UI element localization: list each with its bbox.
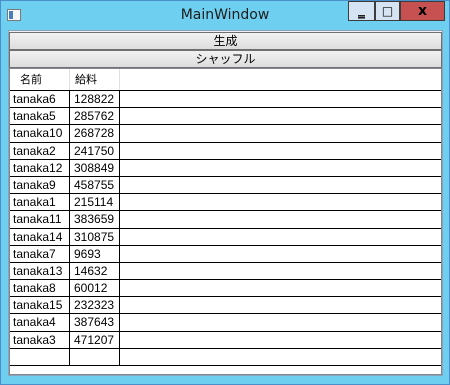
cell-salary[interactable]: 285762 — [70, 108, 120, 126]
close-icon: x — [417, 3, 428, 19]
cell-name[interactable]: tanaka1 — [10, 194, 70, 212]
cell-name[interactable]: tanaka10 — [10, 125, 70, 143]
table-row[interactable]: tanaka10 268728 — [10, 125, 441, 143]
cell-name[interactable]: tanaka12 — [10, 159, 70, 177]
title-bar[interactable]: MainWindow ‗ □ x — [1, 1, 449, 29]
column-header-name[interactable]: 名前 — [10, 69, 70, 90]
table-row[interactable]: tanaka7 9693 — [10, 245, 441, 263]
grid-header: 名前 給料 — [10, 69, 441, 91]
cell-name[interactable]: tanaka7 — [10, 245, 70, 263]
cell-name[interactable]: tanaka11 — [10, 211, 70, 229]
cell-salary[interactable]: 128822 — [70, 91, 120, 108]
table-row[interactable]: tanaka4 387643 — [10, 314, 441, 332]
table-row[interactable]: tanaka3 471207 — [10, 331, 441, 349]
maximize-icon: □ — [381, 4, 394, 18]
cell-name[interactable]: tanaka8 — [10, 280, 70, 298]
cell-salary[interactable]: 308849 — [70, 159, 120, 177]
cell-name[interactable]: tanaka6 — [10, 91, 70, 108]
cell-salary[interactable]: 310875 — [70, 228, 120, 246]
shuffle-button[interactable]: シャッフル — [9, 50, 442, 68]
table-row[interactable]: tanaka2 241750 — [10, 142, 441, 160]
column-header-salary[interactable]: 給料 — [70, 69, 120, 90]
table-row[interactable]: tanaka6 128822 — [10, 91, 441, 109]
cell-salary[interactable]: 268728 — [70, 125, 120, 143]
cell-salary[interactable]: 458755 — [70, 176, 120, 194]
maximize-button[interactable]: □ — [375, 1, 400, 21]
table-row[interactable]: tanaka13 14632 — [10, 262, 441, 281]
cell-salary[interactable]: 387643 — [70, 314, 120, 332]
table-row[interactable]: tanaka12 308849 — [10, 159, 441, 177]
cell-salary[interactable]: 9693 — [70, 245, 120, 263]
cell-salary[interactable] — [70, 348, 120, 366]
minimize-icon: ‗ — [358, 3, 365, 19]
close-button[interactable]: x — [400, 1, 445, 21]
table-row[interactable]: tanaka5 285762 — [10, 108, 441, 126]
table-row[interactable] — [10, 348, 441, 366]
cell-name[interactable] — [10, 348, 70, 366]
cell-salary[interactable]: 14632 — [70, 262, 120, 280]
minimize-button[interactable]: ‗ — [348, 1, 375, 21]
cell-name[interactable]: tanaka5 — [10, 108, 70, 126]
cell-salary[interactable]: 232323 — [70, 297, 120, 315]
table-row[interactable]: tanaka15 232323 — [10, 297, 441, 315]
cell-salary[interactable]: 383659 — [70, 211, 120, 229]
table-row[interactable]: tanaka14 310875 — [10, 228, 441, 246]
generate-button[interactable]: 生成 — [9, 32, 442, 50]
table-row[interactable]: tanaka8 60012 — [10, 280, 441, 298]
table-row[interactable]: tanaka11 383659 — [10, 211, 441, 229]
cell-name[interactable]: tanaka4 — [10, 314, 70, 332]
table-row[interactable]: tanaka9 458755 — [10, 176, 441, 195]
main-window: MainWindow ‗ □ x 生成 シャッフル 名前 給料 tanaka6 1… — [0, 0, 450, 385]
grid-rows: tanaka6 128822 tanaka5 285762 tanaka10 268728… — [10, 91, 441, 366]
cell-name[interactable]: tanaka15 — [10, 297, 70, 315]
table-row[interactable]: tanaka1 215114 — [10, 194, 441, 212]
cell-salary[interactable]: 471207 — [70, 331, 120, 349]
cell-name[interactable]: tanaka13 — [10, 262, 70, 280]
cell-name[interactable]: tanaka2 — [10, 142, 70, 160]
data-grid[interactable]: 名前 給料 tanaka6 128822 tanaka5 285762 tanaka10… — [9, 68, 442, 375]
cell-name[interactable]: tanaka3 — [10, 331, 70, 349]
cell-name[interactable]: tanaka14 — [10, 228, 70, 246]
cell-salary[interactable]: 60012 — [70, 280, 120, 298]
cell-salary[interactable]: 241750 — [70, 142, 120, 160]
cell-salary[interactable]: 215114 — [70, 194, 120, 212]
client-area: 生成 シャッフル 名前 給料 tanaka6 128822 tanaka5 28576… — [8, 30, 443, 376]
cell-name[interactable]: tanaka9 — [10, 176, 70, 194]
